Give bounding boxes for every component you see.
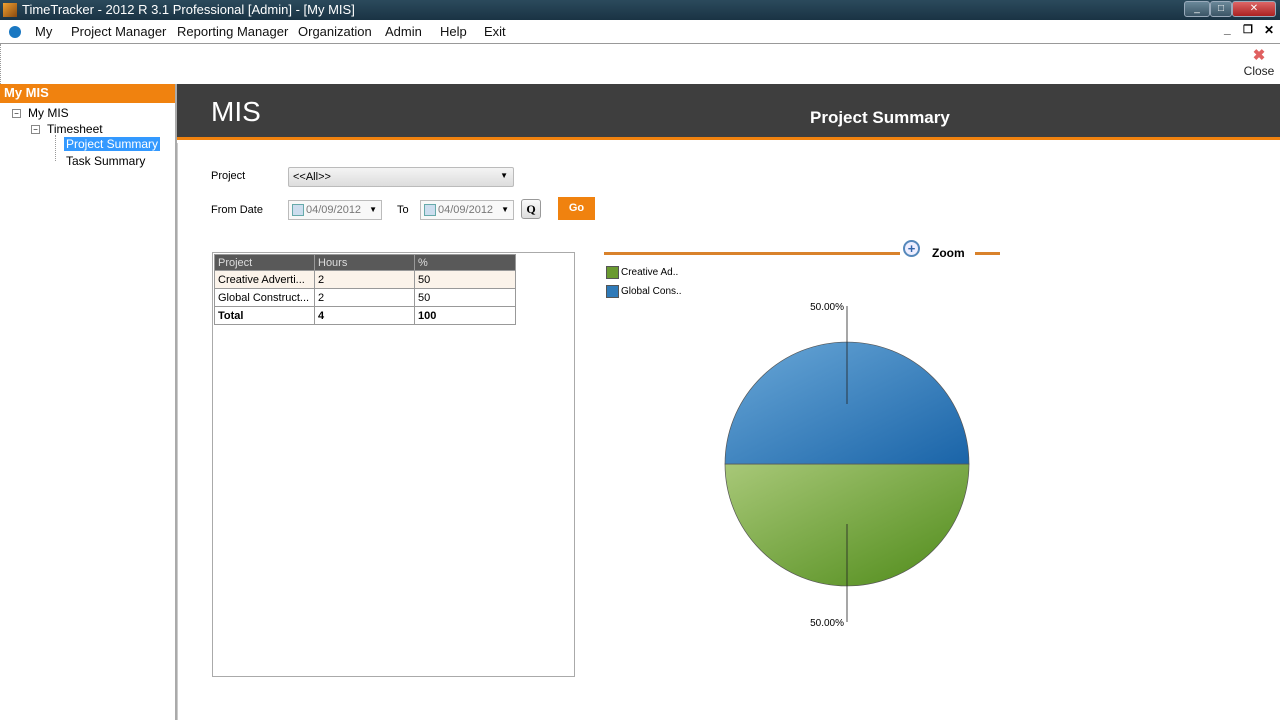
legend-label: Creative Ad..	[621, 267, 679, 278]
project-label: Project	[211, 170, 246, 182]
go-button[interactable]: Go	[558, 197, 595, 220]
toolbar: ✖ Close	[0, 44, 1280, 84]
maximize-button[interactable]: □	[1210, 1, 1232, 17]
chart-divider	[604, 252, 900, 255]
legend-item: Creative Ad..	[606, 263, 682, 282]
chevron-down-icon: ▼	[501, 205, 509, 214]
to-date-label: To	[397, 204, 409, 216]
total-row: Total 4 100	[214, 306, 516, 325]
column-header-hours[interactable]: Hours	[314, 254, 415, 271]
mdi-minimize-button[interactable]: _	[1224, 22, 1231, 36]
total-label: Total	[214, 306, 315, 325]
from-date-value: 04/09/2012	[306, 204, 362, 216]
chart-divider	[975, 252, 1000, 255]
checkbox-icon[interactable]	[292, 204, 304, 216]
data-label: 50.00%	[810, 302, 844, 313]
cell-hours: 2	[314, 270, 415, 289]
to-date-value: 04/09/2012	[438, 204, 494, 216]
total-hours: 4	[314, 306, 415, 325]
minimize-button[interactable]: _	[1184, 1, 1210, 17]
data-label: 50.00%	[810, 618, 844, 629]
cell-percent: 50	[414, 270, 516, 289]
pie-chart: 50.00% 50.00%	[724, 302, 970, 629]
column-header-percent[interactable]: %	[414, 254, 516, 271]
column-header-project[interactable]: Project	[214, 254, 315, 271]
from-date-label: From Date	[211, 204, 263, 216]
app-icon	[3, 3, 17, 17]
sidebar: My MIS − My MIS − Timesheet Project Summ…	[0, 84, 177, 720]
chart-legend: Creative Ad.. Global Cons..	[606, 263, 682, 301]
menu-project-manager[interactable]: Project Manager	[71, 24, 166, 39]
menu-organization[interactable]: Organization	[298, 24, 372, 39]
zoom-label: Zoom	[932, 246, 965, 260]
menu-bar: My Project Manager Reporting Manager Org…	[0, 20, 1280, 44]
chevron-down-icon: ▼	[369, 205, 377, 214]
cell-percent: 50	[414, 288, 516, 307]
page-title: MIS	[211, 96, 261, 127]
table-row[interactable]: Global Construct... 2 50	[214, 288, 516, 307]
table-panel: Project Hours % Creative Adverti... 2 50…	[212, 252, 575, 677]
tree-item-my-mis[interactable]: My MIS	[28, 106, 69, 120]
mdi-close-button[interactable]: ✕	[1264, 23, 1274, 37]
close-window-button[interactable]: ✕	[1232, 1, 1276, 17]
menu-my[interactable]: My	[35, 24, 52, 39]
table-row[interactable]: Creative Adverti... 2 50	[214, 270, 516, 289]
legend-label: Global Cons..	[621, 286, 682, 297]
tree-item-project-summary[interactable]: Project Summary	[64, 137, 161, 151]
close-label: Close	[1243, 64, 1275, 78]
cell-project: Global Construct...	[214, 288, 315, 307]
menu-admin[interactable]: Admin	[385, 24, 422, 39]
query-button[interactable]: Q	[521, 199, 541, 219]
title-bar: TimeTracker - 2012 R 3.1 Professional [A…	[0, 0, 1280, 20]
close-button[interactable]: ✖ Close	[1241, 46, 1277, 78]
chevron-down-icon: ▼	[500, 171, 508, 180]
menu-help[interactable]: Help	[440, 24, 467, 39]
zoom-in-icon: +	[903, 240, 920, 257]
from-date-picker[interactable]: 04/09/2012 ▼	[288, 200, 382, 220]
checkbox-icon[interactable]	[424, 204, 436, 216]
app-menu-icon[interactable]	[9, 26, 21, 38]
project-select[interactable]: <<All>> ▼	[288, 167, 514, 187]
cell-project: Creative Adverti...	[214, 270, 315, 289]
legend-item: Global Cons..	[606, 282, 682, 301]
menu-reporting-manager[interactable]: Reporting Manager	[177, 24, 288, 39]
legend-swatch	[606, 285, 619, 298]
sidebar-header: My MIS	[0, 84, 175, 103]
to-date-picker[interactable]: 04/09/2012 ▼	[420, 200, 514, 220]
legend-swatch	[606, 266, 619, 279]
zoom-button[interactable]: + Zoom	[902, 240, 974, 264]
menu-exit[interactable]: Exit	[484, 24, 506, 39]
total-percent: 100	[414, 306, 516, 325]
collapse-icon[interactable]: −	[31, 125, 40, 134]
window-title: TimeTracker - 2012 R 3.1 Professional [A…	[22, 2, 355, 17]
cell-hours: 2	[314, 288, 415, 307]
page-subtitle: Project Summary	[810, 108, 950, 127]
tree-item-task-summary[interactable]: Task Summary	[66, 154, 145, 168]
page-header: MIS Project Summary	[177, 84, 1280, 140]
project-select-value: <<All>>	[293, 171, 331, 183]
collapse-icon[interactable]: −	[12, 109, 21, 118]
summary-table: Project Hours % Creative Adverti... 2 50…	[214, 254, 516, 325]
main-content: Project <<All>> ▼ From Date 04/09/2012 ▼…	[177, 143, 1280, 720]
close-x-icon: ✖	[1252, 47, 1266, 64]
tree-item-timesheet[interactable]: Timesheet	[47, 122, 103, 136]
mdi-restore-button[interactable]: ❐	[1243, 23, 1253, 36]
